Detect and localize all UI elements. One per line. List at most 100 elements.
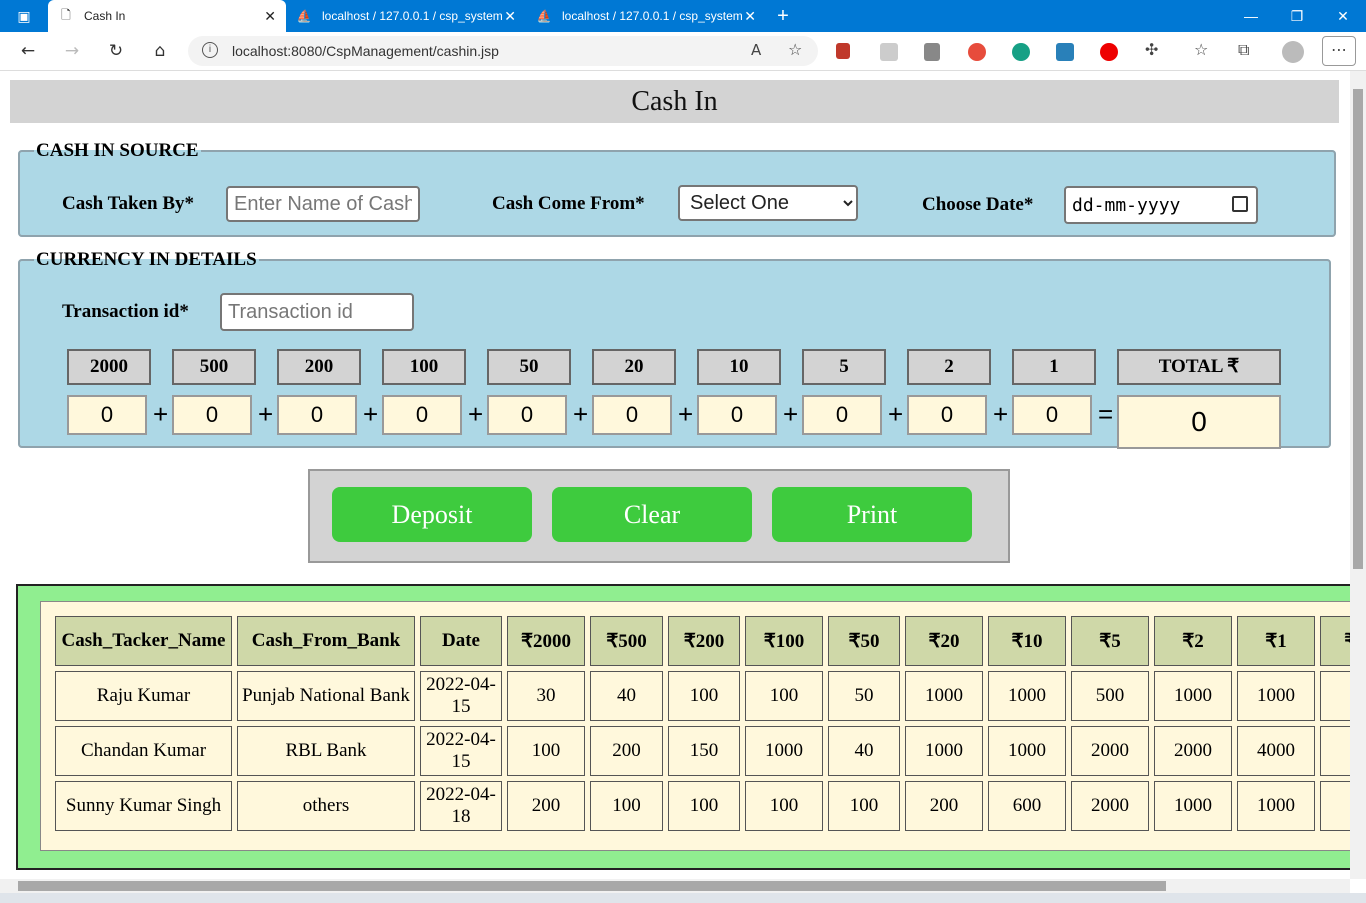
count-1-input[interactable]: 0 <box>1012 395 1092 435</box>
col-header: Cash_Tacker_Name <box>55 616 232 666</box>
count-100-input[interactable]: 0 <box>382 395 462 435</box>
restore-button[interactable]: ❐ <box>1274 0 1320 32</box>
cell: 100 <box>745 781 823 831</box>
tab-close-icon[interactable]: ✕ <box>744 8 756 25</box>
denom-500: 500 <box>172 349 256 385</box>
table-row: Chandan Kumar RBL Bank 2022-04-15 100 20… <box>55 726 1350 776</box>
print-button[interactable]: Print <box>772 487 972 542</box>
cell: 200 <box>905 781 983 831</box>
grid-extension-icon[interactable] <box>880 43 898 61</box>
tab-actions-icon[interactable]: ▣ <box>0 0 48 32</box>
read-aloud-icon[interactable]: A <box>751 41 761 59</box>
tab-cash-in[interactable]: 🗋 Cash In ✕ <box>48 0 286 32</box>
extensions-icon[interactable]: ✣ <box>1145 40 1158 59</box>
denom-100: 100 <box>382 349 466 385</box>
count-2-input[interactable]: 0 <box>907 395 987 435</box>
refresh-button[interactable]: ↻ <box>96 32 136 70</box>
tab-bar: ▣ 🗋 Cash In ✕ ⛵ localhost / 127.0.0.1 / … <box>0 0 1366 32</box>
new-tab-button[interactable]: + <box>760 0 806 32</box>
plus-sign: + <box>888 399 904 429</box>
plus-sign: + <box>573 399 589 429</box>
home-button[interactable]: ⌂ <box>140 32 180 70</box>
table-row: Sunny Kumar Singh others 2022-04-18 200 … <box>55 781 1350 831</box>
records-table-container: Cash_Tacker_Name Cash_From_Bank Date ₹20… <box>16 584 1350 870</box>
page-viewport: Cash In CASH IN SOURCE Cash Taken By* Ca… <box>0 71 1350 879</box>
currency-in-details-panel: CURRENCY IN DETAILS Transaction id* 2000… <box>18 249 1331 449</box>
total-value: 0 <box>1117 395 1281 449</box>
deposit-button[interactable]: Deposit <box>332 487 532 542</box>
cell: 1000 <box>1237 671 1315 721</box>
tab-phpmyadmin-2[interactable]: ⛵ localhost / 127.0.0.1 / csp_system ✕ <box>526 0 766 32</box>
collections-icon[interactable]: ⧉ <box>1238 40 1249 60</box>
cell: 40 <box>828 726 900 776</box>
cash-come-from-select[interactable]: Select One <box>678 185 858 221</box>
date-input[interactable]: dd-mm-yyyy <box>1064 186 1258 224</box>
blue-extension-icon[interactable] <box>1056 43 1074 61</box>
favorite-add-icon[interactable]: ☆ <box>788 40 802 59</box>
cell: 2000 <box>1154 726 1232 776</box>
vertical-scroll-thumb[interactable] <box>1353 89 1363 569</box>
red-extension-icon[interactable] <box>968 43 986 61</box>
cell: Sunny Kumar Singh <box>55 781 232 831</box>
adblock-extension-icon[interactable] <box>1100 43 1118 61</box>
count-5-input[interactable]: 0 <box>802 395 882 435</box>
cell: 200 <box>507 781 585 831</box>
horizontal-scrollbar[interactable] <box>0 879 1350 893</box>
tab-phpmyadmin-1[interactable]: ⛵ localhost / 127.0.0.1 / csp_system ✕ <box>286 0 526 32</box>
plus-sign: + <box>993 399 1009 429</box>
cell: 1 <box>1320 671 1350 721</box>
cell: 4000 <box>1237 726 1315 776</box>
cell: Chandan Kumar <box>55 726 232 776</box>
cell: 1000 <box>905 726 983 776</box>
transaction-id-input[interactable] <box>220 293 414 331</box>
phpmyadmin-icon: ⛵ <box>536 9 552 23</box>
denom-50: 50 <box>487 349 571 385</box>
address-bar[interactable]: i localhost:8080/CspManagement/cashin.js… <box>188 36 818 66</box>
cell: 2000 <box>1071 726 1149 776</box>
calendar-icon[interactable] <box>1232 196 1248 212</box>
page-title: Cash In <box>10 80 1339 123</box>
cell: 1000 <box>1237 781 1315 831</box>
favorites-icon[interactable]: ☆ <box>1194 40 1208 59</box>
tab-title: localhost / 127.0.0.1 / csp_system <box>562 9 742 23</box>
cell: 100 <box>507 726 585 776</box>
cell: 500 <box>1071 671 1149 721</box>
shield-extension-icon[interactable] <box>836 43 850 59</box>
info-icon[interactable]: i <box>202 42 218 58</box>
cash-come-from-label: Cash Come From* <box>492 193 645 214</box>
count-2000-input[interactable]: 0 <box>67 395 147 435</box>
clear-button[interactable]: Clear <box>552 487 752 542</box>
tab-close-icon[interactable]: ✕ <box>264 8 276 25</box>
col-header: ₹2000 <box>507 616 585 666</box>
equals-sign: = <box>1098 399 1114 429</box>
back-button[interactable]: ← <box>8 32 48 70</box>
count-50-input[interactable]: 0 <box>487 395 567 435</box>
action-button-panel: Deposit Clear Print <box>308 469 1010 563</box>
cash-taken-by-label: Cash Taken By* <box>62 193 195 214</box>
count-20-input[interactable]: 0 <box>592 395 672 435</box>
vertical-scrollbar[interactable] <box>1350 71 1366 879</box>
count-500-input[interactable]: 0 <box>172 395 252 435</box>
cell: 40 <box>590 671 663 721</box>
minimize-button[interactable]: — <box>1228 0 1274 32</box>
forward-button[interactable]: → <box>52 32 92 70</box>
close-window-button[interactable]: ✕ <box>1320 0 1366 32</box>
plus-sign: + <box>678 399 694 429</box>
office-extension-icon[interactable] <box>924 43 940 61</box>
count-200-input[interactable]: 0 <box>277 395 357 435</box>
records-table-frame: Cash_Tacker_Name Cash_From_Bank Date ₹20… <box>40 601 1350 851</box>
green-extension-icon[interactable] <box>1012 43 1030 61</box>
cash-taken-by-input[interactable] <box>226 186 420 222</box>
count-10-input[interactable]: 0 <box>697 395 777 435</box>
settings-menu-icon[interactable]: ⋯ <box>1322 36 1356 66</box>
phpmyadmin-icon: ⛵ <box>296 9 312 23</box>
cell: Raju Kumar <box>55 671 232 721</box>
cell: Punjab National Bank <box>237 671 415 721</box>
plus-sign: + <box>363 399 379 429</box>
horizontal-scroll-thumb[interactable] <box>18 881 1166 891</box>
cell: 4 <box>1320 726 1350 776</box>
profile-avatar[interactable] <box>1282 41 1304 63</box>
tab-close-icon[interactable]: ✕ <box>504 8 516 25</box>
cell: 2022-04-18 <box>420 781 502 831</box>
cell: 2000 <box>1071 781 1149 831</box>
